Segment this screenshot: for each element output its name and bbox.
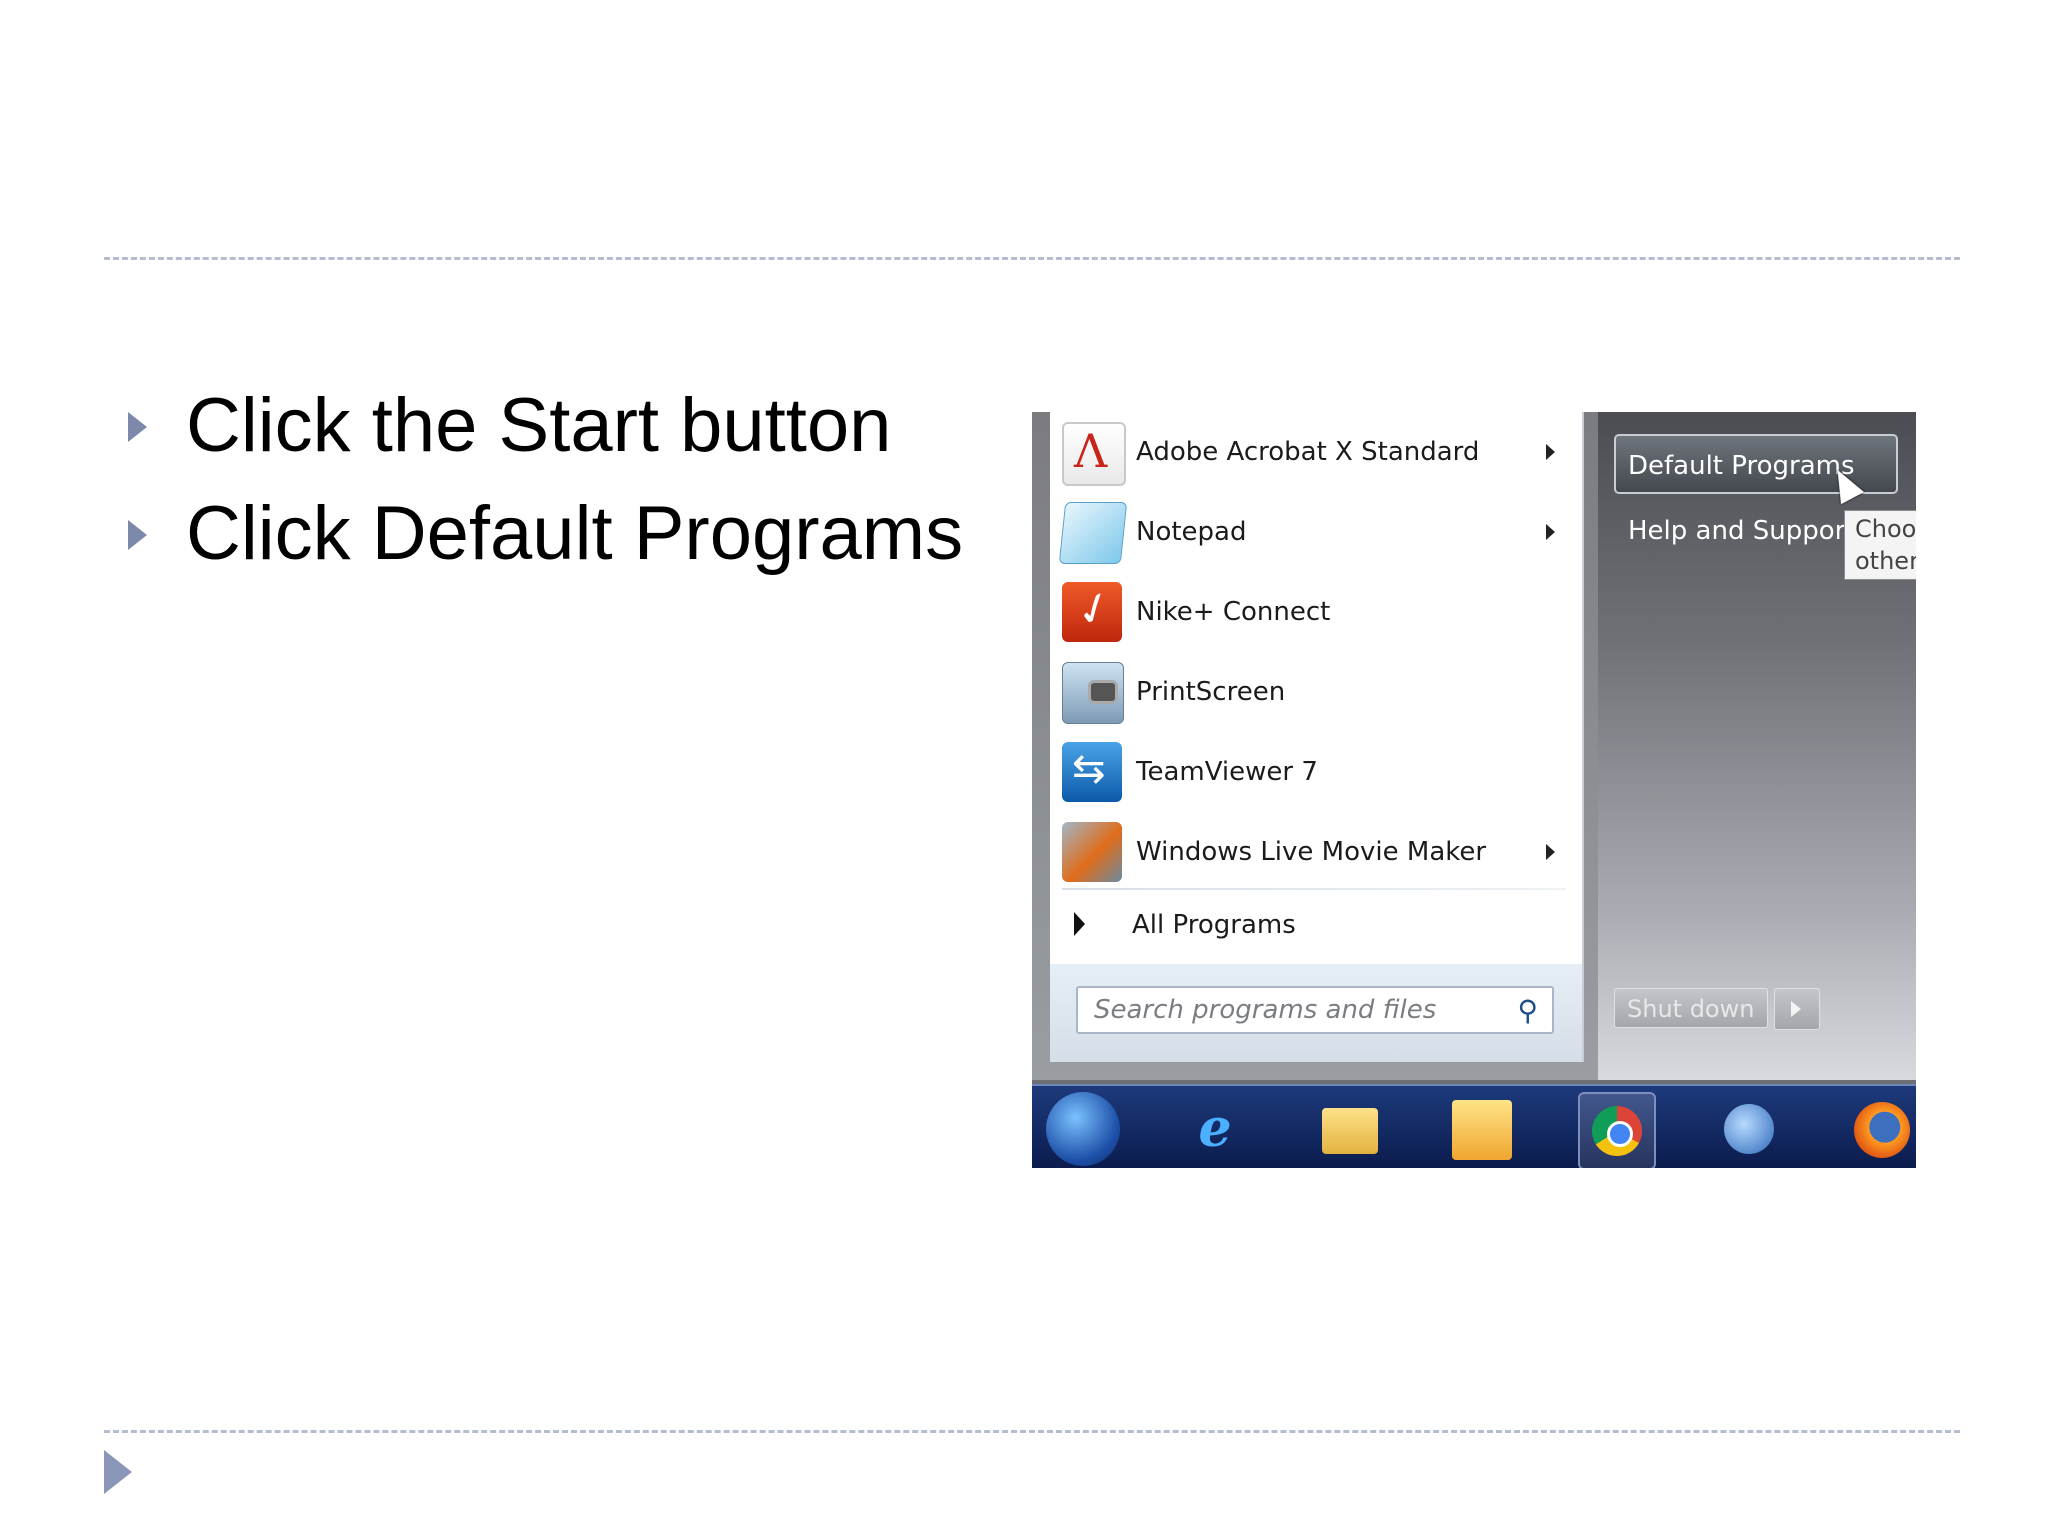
submenu-arrow-icon[interactable] (1546, 524, 1555, 540)
program-label: Windows Live Movie Maker (1136, 837, 1487, 867)
search-input[interactable]: Search programs and files ⚲ (1076, 986, 1554, 1034)
start-menu-right-pane: Default Programs Help and Support Choose… (1598, 412, 1916, 1080)
firefox-icon[interactable] (1844, 1092, 1916, 1166)
bullet-item: Click the Start button (126, 372, 963, 480)
internet-explorer-icon[interactable]: e (1178, 1092, 1252, 1166)
printscreen-icon (1062, 662, 1124, 724)
tooltip-line: Choose (1855, 515, 1916, 543)
bullet-list: Click the Start button Click Default Pro… (126, 372, 963, 588)
nike-icon (1062, 582, 1122, 642)
notepad-icon (1058, 502, 1128, 564)
bullet-arrow-icon (128, 520, 147, 550)
help-and-support-link[interactable]: Help and Support (1628, 508, 1856, 554)
shut-down-button[interactable]: Shut down (1614, 988, 1768, 1028)
acrobat-icon (1062, 422, 1126, 486)
tooltip: Choose other a (1844, 510, 1916, 580)
submenu-arrow-icon[interactable] (1546, 844, 1555, 860)
bullet-text: Click the Start button (186, 383, 892, 468)
teamviewer-icon (1062, 742, 1122, 802)
program-item-movie-maker[interactable]: Windows Live Movie Maker (1050, 812, 1566, 892)
start-menu-screenshot: Adobe Acrobat X Standard Notepad Nike+ C… (1032, 412, 1916, 1168)
search-icon: ⚲ (1517, 994, 1538, 1027)
search-area: Search programs and files ⚲ (1050, 964, 1582, 1062)
all-programs-item[interactable]: All Programs (1050, 890, 1566, 960)
bullet-item: Click Default Programs (126, 480, 963, 588)
program-label: TeamViewer 7 (1136, 757, 1318, 787)
program-item-nike-connect[interactable]: Nike+ Connect (1050, 572, 1566, 652)
outlook-icon[interactable] (1444, 1092, 1518, 1166)
submenu-arrow-icon[interactable] (1546, 444, 1555, 460)
bottom-divider (104, 1430, 1960, 1433)
start-menu-left-pane: Adobe Acrobat X Standard Notepad Nike+ C… (1050, 412, 1584, 1062)
taskbar: e (1032, 1084, 1916, 1168)
search-placeholder: Search programs and files (1094, 995, 1437, 1025)
program-label: Notepad (1136, 517, 1247, 547)
shutdown-options-arrow-icon[interactable] (1774, 988, 1820, 1030)
thunderbird-icon[interactable] (1712, 1092, 1786, 1166)
program-label: PrintScreen (1136, 677, 1286, 707)
program-item-acrobat[interactable]: Adobe Acrobat X Standard (1050, 412, 1566, 492)
chrome-icon[interactable] (1578, 1092, 1656, 1168)
top-divider (104, 257, 1960, 260)
program-item-teamviewer[interactable]: TeamViewer 7 (1050, 732, 1566, 812)
tooltip-line: other a (1855, 547, 1916, 575)
expand-arrow-icon (1074, 912, 1085, 936)
program-item-notepad[interactable]: Notepad (1050, 492, 1566, 572)
bullet-text: Click Default Programs (186, 491, 964, 576)
program-label: Nike+ Connect (1136, 597, 1331, 627)
all-programs-label: All Programs (1132, 910, 1296, 940)
windows-explorer-icon[interactable] (1312, 1092, 1386, 1166)
program-item-printscreen[interactable]: PrintScreen (1050, 652, 1566, 732)
program-label: Adobe Acrobat X Standard (1136, 437, 1480, 467)
moviemaker-icon (1062, 822, 1122, 882)
bullet-arrow-icon (128, 412, 147, 442)
slide-corner-arrow-icon (104, 1450, 132, 1494)
start-orb-icon[interactable] (1046, 1092, 1120, 1166)
